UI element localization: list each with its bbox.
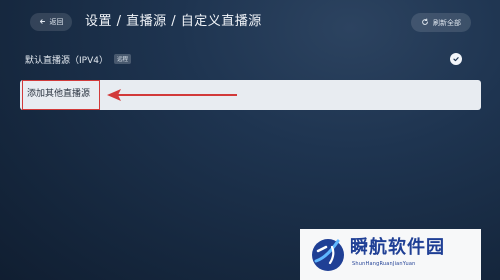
watermark: 瞬航软件园 ShunHangRuanJianYuan [300,229,481,280]
page-title: 设置 / 直播源 / 自定义直播源 [85,14,262,29]
add-source-label: 添加其他直播源 [27,89,91,99]
back-button[interactable]: 返回 [30,13,72,31]
back-label: 返回 [49,18,64,26]
logo-icon [312,239,344,271]
watermark-title: 瞬航软件园 [350,237,445,258]
refresh-label: 刷新全部 [433,18,461,27]
checkmark-icon [450,53,462,65]
remote-badge: 远程 [113,54,131,64]
default-source-row[interactable]: 默认直播源（IPV4） 远程 [20,46,472,72]
default-source-label: 默认直播源（IPV4） [25,55,108,66]
watermark-subtitle: ShunHangRuanJianYuan [352,261,416,267]
arrow-left-icon [39,18,46,27]
refresh-icon [421,17,429,28]
annotation-arrow [107,89,237,101]
refresh-all-button[interactable]: 刷新全部 [411,13,471,32]
